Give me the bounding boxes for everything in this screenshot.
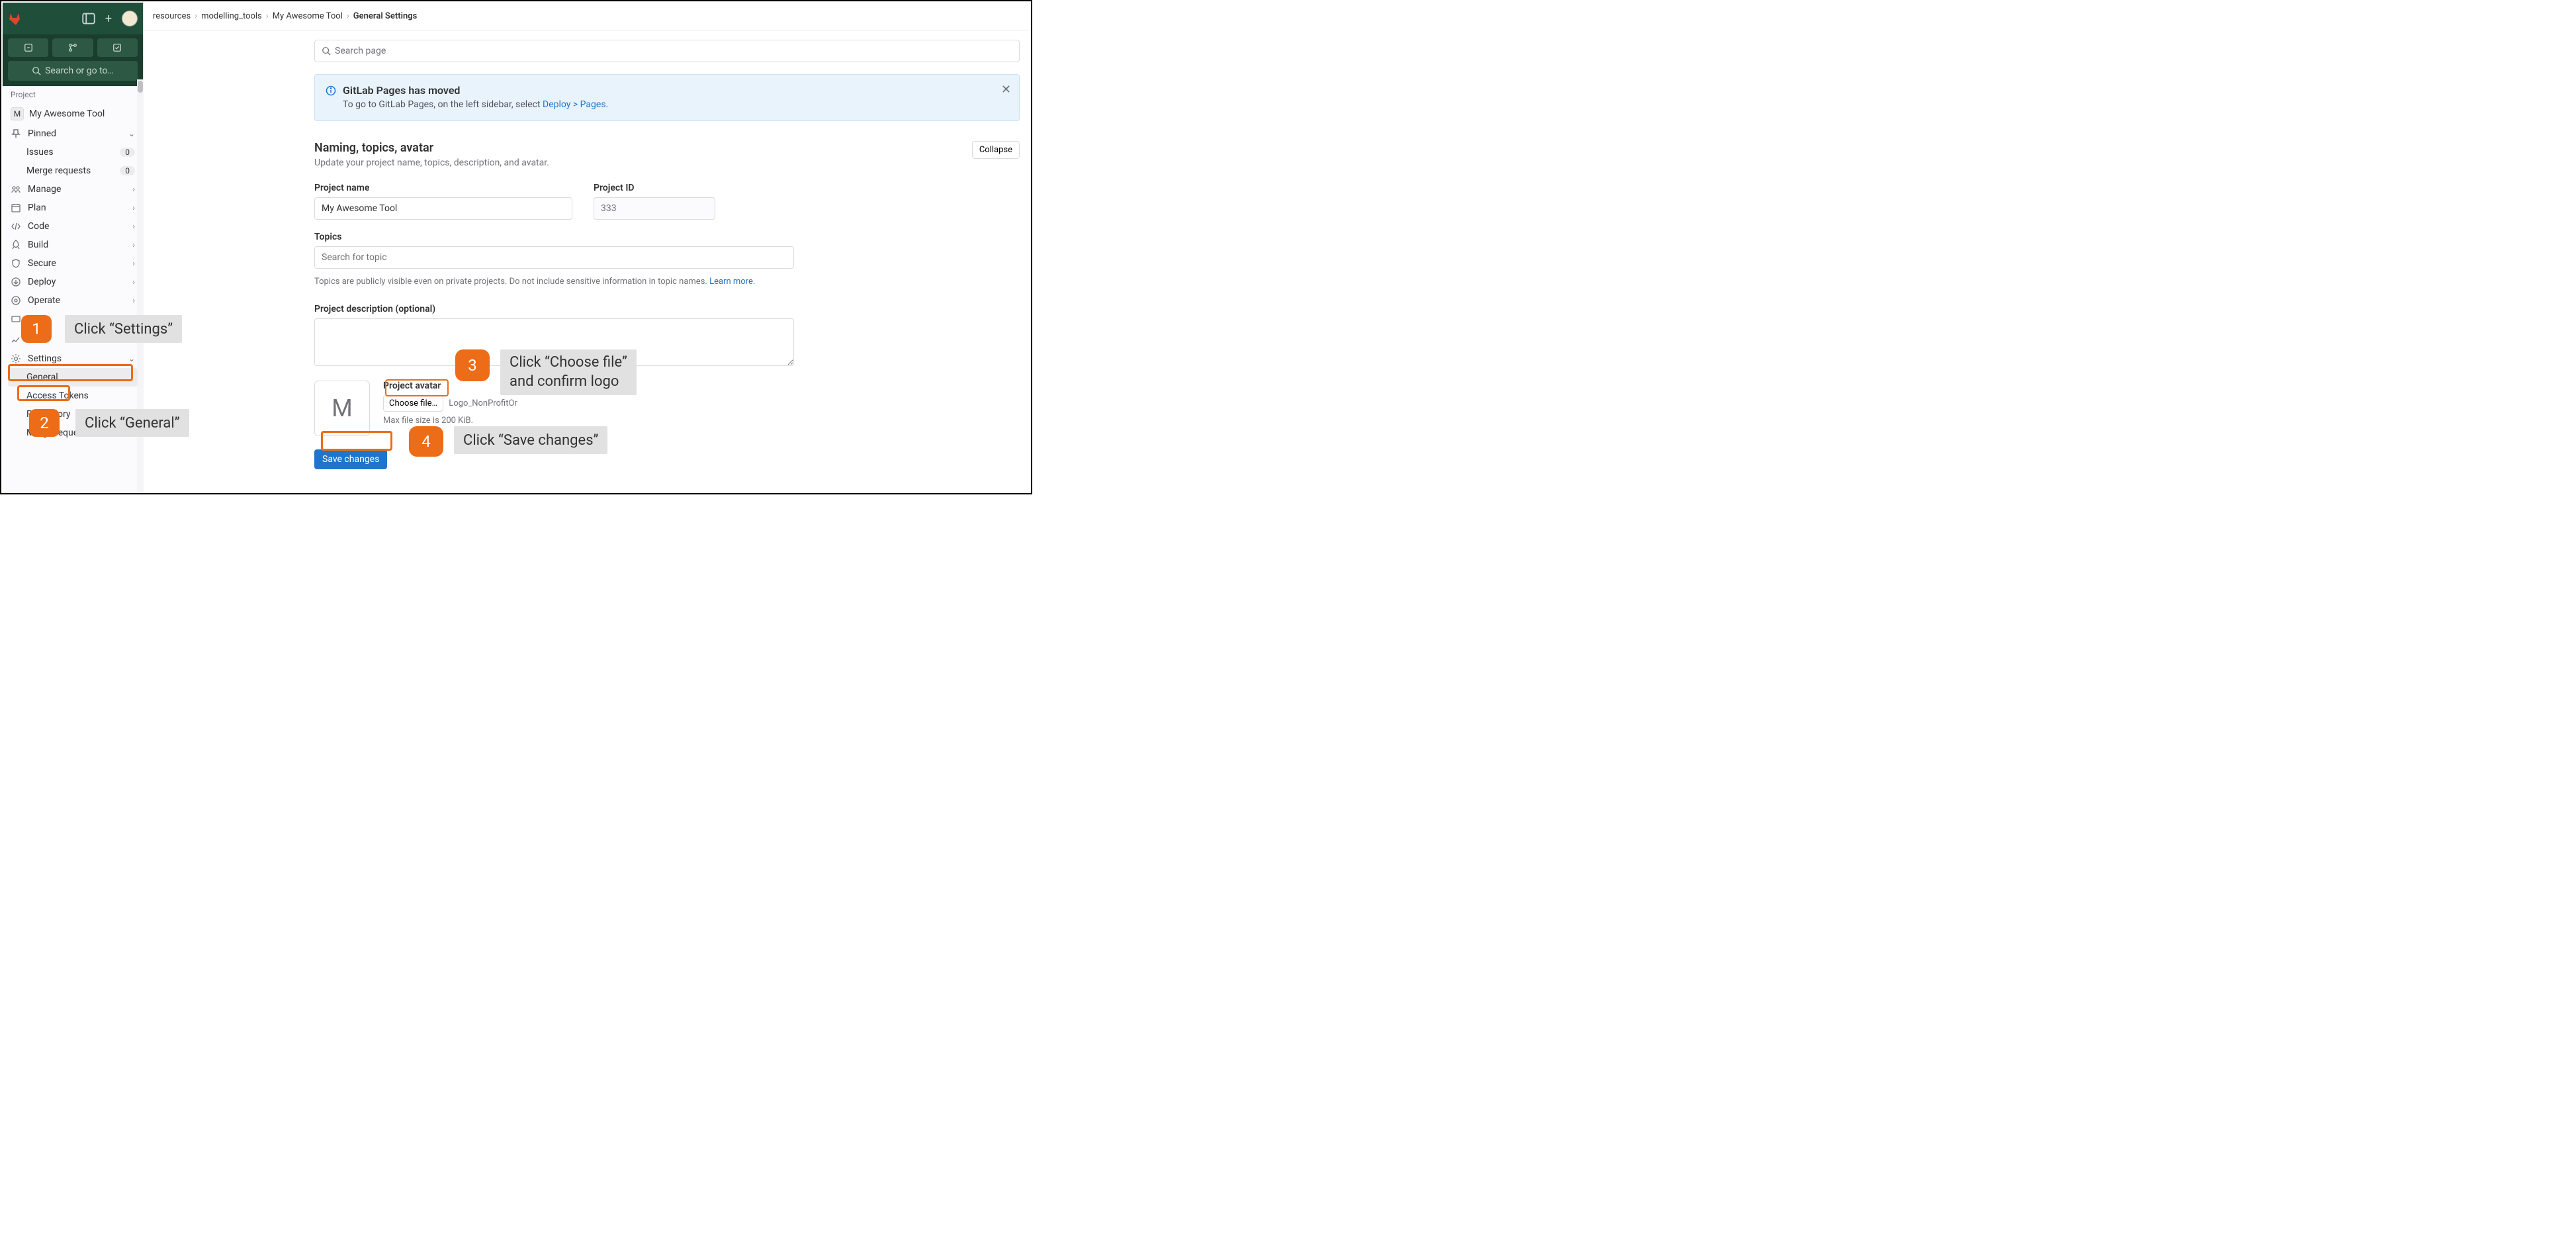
sidebar-code[interactable]: Code› [3,217,143,236]
monitor-icon [11,314,21,325]
sidebar-issues[interactable]: Issues 0 [3,143,143,161]
sidebar-toggle-icon[interactable] [82,12,95,25]
sidebar-general[interactable]: General [8,368,138,387]
issues-count: 0 [120,148,135,157]
info-icon [326,85,336,96]
action-merge[interactable] [52,38,93,57]
max-file-hint: Max file size is 200 KiB. [383,416,517,426]
sidebar-settings[interactable]: Settings⌄ [3,349,143,368]
project-badge: M [11,107,24,120]
gear-icon [11,353,21,364]
annotation-num-4: 4 [409,426,443,457]
crumb-2[interactable]: modelling_tools [201,11,262,21]
annotation-label-1: Click “Settings” [65,315,182,343]
shield-icon [11,258,21,269]
search-page-placeholder: Search page [335,46,386,56]
search-icon [322,46,331,56]
chevron-down-icon: ⌄ [128,129,135,138]
annotation-label-3: Click “Choose file” and confirm logo [500,349,637,395]
annotation-label-4: Click “Save changes” [454,426,607,454]
project-id-label: Project ID [594,183,715,193]
pin-icon [11,128,21,139]
analyze-icon [11,334,21,345]
project-name-label: Project name [314,183,572,193]
choose-file-button[interactable]: Choose file… [383,395,443,412]
plus-icon[interactable]: + [102,12,115,25]
mr-count: 0 [120,166,135,175]
pages-moved-banner: GitLab Pages has moved To go to GitLab P… [314,74,1020,121]
banner-link[interactable]: Deploy > Pages [543,99,606,110]
project-name-input[interactable] [314,197,572,220]
main-panel: resources› modelling_tools› My Awesome T… [144,3,1030,492]
selected-file-name: Logo_NonProfitOr [449,398,517,408]
close-icon[interactable]: ✕ [999,80,1014,99]
quick-actions [3,34,143,61]
sidebar-deploy[interactable]: Deploy› [3,273,143,291]
sidebar-section-project: Project [3,86,143,103]
breadcrumb: resources› modelling_tools› My Awesome T… [144,3,1030,30]
crumb-4: General Settings [353,11,418,21]
topbar: + [3,3,143,34]
project-name: My Awesome Tool [29,109,105,119]
sidebar-pinned[interactable]: Pinned ⌄ [3,124,143,143]
action-1[interactable] [8,38,48,57]
section-naming-sub: Update your project name, topics, descri… [314,158,549,168]
project-avatar-label: Project avatar [383,381,517,391]
sidebar-merge-requests[interactable]: Merge requests 0 [3,161,143,180]
section-naming-title: Naming, topics, avatar [314,141,549,155]
banner-text: To go to GitLab Pages, on the left sideb… [343,99,543,110]
deploy-icon [11,277,21,287]
description-label: Project description (optional) [314,304,1030,314]
sidebar-build[interactable]: Build› [3,236,143,254]
banner-title: GitLab Pages has moved [343,84,460,97]
search-page-input[interactable]: Search page [314,40,1020,62]
sidebar-plan[interactable]: Plan› [3,199,143,217]
sidebar-manage[interactable]: Manage› [3,180,143,199]
sidebar-project-row[interactable]: M My Awesome Tool [3,103,143,124]
project-id-input [594,197,715,220]
crumb-3[interactable]: My Awesome Tool [273,11,343,21]
learn-more-link[interactable]: Learn more [709,277,753,287]
topics-input[interactable] [314,246,794,269]
gitlab-logo [8,11,24,26]
annotation-label-2: Click “General” [75,409,189,437]
annotation-num-1: 1 [21,315,52,343]
rocket-icon [11,240,21,250]
sidebar-operate[interactable]: Operate› [3,291,143,310]
sidebar-secure[interactable]: Secure› [3,254,143,273]
operate-icon [11,295,21,306]
chevron-down-icon: ⌄ [128,354,135,363]
search-icon [32,66,41,75]
group-icon [11,184,21,195]
calendar-icon [11,203,21,213]
action-todo[interactable] [97,38,138,57]
annotation-num-2: 2 [29,409,60,437]
sidebar-access-tokens[interactable]: Access Tokens [3,387,143,405]
collapse-button[interactable]: Collapse [972,141,1020,159]
annotation-num-3: 3 [455,349,490,381]
project-avatar-preview: M [314,381,370,436]
search-go-label: Search or go to… [45,66,114,76]
topics-label: Topics [314,232,1030,242]
save-changes-button[interactable]: Save changes [314,449,387,469]
search-or-go[interactable]: Search or go to… [8,61,138,81]
crumb-1[interactable]: resources [153,11,191,21]
code-icon [11,221,21,232]
user-avatar[interactable] [122,11,138,26]
